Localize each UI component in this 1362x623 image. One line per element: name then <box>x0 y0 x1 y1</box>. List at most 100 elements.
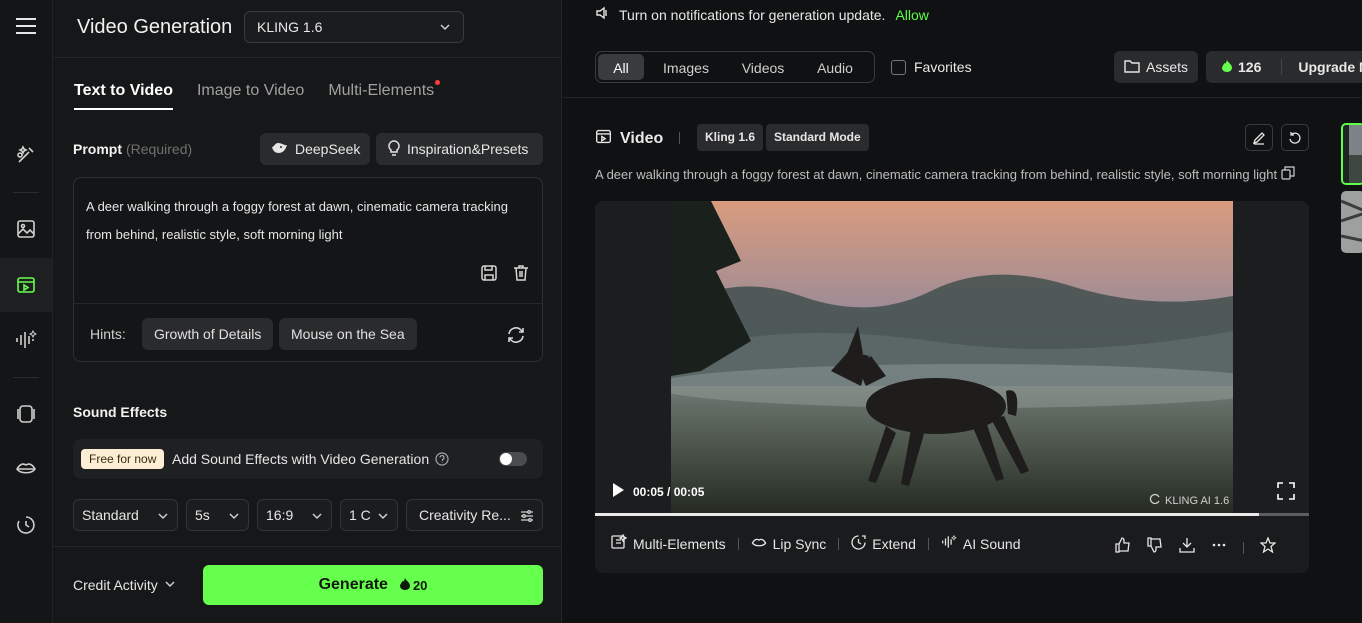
mode-select[interactable]: Standard <box>73 499 178 531</box>
inspiration-presets-button[interactable]: Inspiration&Presets <box>376 133 543 165</box>
save-icon[interactable] <box>480 264 498 287</box>
hint-chip[interactable]: Growth of Details <box>142 318 274 350</box>
generation-panel: Video Generation KLING 1.6 Text to Video… <box>53 0 562 623</box>
video-icon[interactable] <box>0 258 52 312</box>
page-title: Video Generation <box>77 16 233 38</box>
chevron-down-icon <box>311 509 323 525</box>
deepseek-label: DeepSeek <box>295 141 361 157</box>
thumbs-up-icon[interactable] <box>1115 537 1131 558</box>
image-icon[interactable] <box>0 209 52 249</box>
lips-icon <box>751 536 767 552</box>
new-dot-badge <box>435 80 441 85</box>
credit-flame-icon <box>1222 59 1232 75</box>
creativity-select[interactable]: Creativity Re... <box>406 499 543 531</box>
star-icon[interactable] <box>1259 536 1277 558</box>
mode-tabs: Text to Video Image to Video Multi-Eleme… <box>74 80 441 110</box>
icon-rail <box>0 0 53 623</box>
allow-notifications-link[interactable]: Allow <box>895 7 928 23</box>
prompt-header: Prompt (Required) DeepSeek Inspiration&Pr… <box>73 133 543 165</box>
sound-effects-toggle[interactable] <box>499 452 527 466</box>
audio-icon[interactable] <box>0 320 52 360</box>
player-controls: 00:05 / 00:05 <box>611 482 704 501</box>
lip-sync-action[interactable]: Lip Sync <box>751 536 826 552</box>
hint-chip[interactable]: Mouse on the Sea <box>279 318 417 350</box>
free-badge: Free for now <box>81 449 165 469</box>
hints-label: Hints: <box>90 326 126 342</box>
speaker-icon <box>595 6 609 23</box>
prompt-textarea[interactable]: A deer walking through a foggy forest at… <box>73 177 543 362</box>
refresh-hints-icon[interactable] <box>506 325 526 350</box>
credit-activity-button[interactable]: Credit Activity <box>73 577 176 593</box>
help-icon[interactable] <box>435 452 449 469</box>
mode-tag: Standard Mode <box>766 124 869 151</box>
duration-select[interactable]: 5s <box>186 499 249 531</box>
filter-bar: All Images Videos Audio Favorites Assets… <box>563 40 1362 98</box>
tab-text-to-video[interactable]: Text to Video <box>74 82 173 110</box>
download-icon[interactable] <box>1179 537 1195 558</box>
play-icon[interactable] <box>611 482 625 501</box>
video-player[interactable]: 00:05 / 00:05 KLING AI 1.6 <box>595 201 1309 513</box>
count-select[interactable]: 1 C <box>340 499 398 531</box>
history-icon[interactable] <box>0 505 52 545</box>
trash-icon[interactable] <box>512 264 530 287</box>
chevron-down-icon <box>164 577 176 593</box>
filter-videos[interactable]: Videos <box>728 54 798 80</box>
multi-elements-action[interactable]: Multi-Elements <box>611 533 726 553</box>
ratio-select[interactable]: 16:9 <box>257 499 332 531</box>
sound-effects-row: Free for now Add Sound Effects with Vide… <box>73 439 543 479</box>
model-select[interactable]: KLING 1.6 <box>244 11 464 43</box>
video-progress-bar[interactable] <box>595 513 1309 516</box>
regenerate-icon[interactable] <box>1281 124 1309 151</box>
fullscreen-icon[interactable] <box>1277 482 1295 505</box>
feedback-actions <box>1115 536 1277 558</box>
chevron-down-icon <box>157 509 169 525</box>
video-card: 00:05 / 00:05 KLING AI 1.6 Multi-Element… <box>595 201 1309 573</box>
sliders-icon <box>520 509 534 526</box>
ai-sound-action[interactable]: AI Sound <box>941 534 1021 552</box>
deepseek-button[interactable]: DeepSeek <box>260 133 370 165</box>
credit-flame-icon <box>399 577 410 593</box>
tab-image-to-video[interactable]: Image to Video <box>197 82 304 110</box>
more-icon[interactable] <box>1211 537 1227 558</box>
history-thumbnail[interactable] <box>1341 191 1362 253</box>
tab-multi-elements[interactable]: Multi-Elements <box>328 80 441 110</box>
tab-multi-elements-label: Multi-Elements <box>328 82 435 99</box>
filter-all[interactable]: All <box>598 54 644 80</box>
edit-icon[interactable] <box>1245 124 1273 151</box>
chevron-down-icon <box>439 20 451 36</box>
lips-icon[interactable] <box>0 449 52 489</box>
history-thumbnail[interactable] <box>1341 123 1362 185</box>
folder-icon <box>1124 59 1140 76</box>
chevron-down-icon <box>377 509 389 525</box>
history-thumbnails <box>1341 123 1362 259</box>
assets-rail-icon[interactable] <box>0 394 52 434</box>
results-area: Turn on notifications for generation upd… <box>563 0 1362 623</box>
filter-audio[interactable]: Audio <box>802 54 868 80</box>
video-frame-deer-image <box>671 201 1233 513</box>
video-time: 00:05 / 00:05 <box>633 484 705 499</box>
kling-logo-icon <box>1149 493 1161 508</box>
notification-bar: Turn on notifications for generation upd… <box>595 6 929 23</box>
video-actions: Multi-Elements Lip Sync Extend AI Sound <box>611 533 1021 553</box>
extend-action[interactable]: Extend <box>851 534 916 553</box>
copy-icon[interactable] <box>1281 166 1295 183</box>
ai-tools-icon[interactable] <box>0 135 52 175</box>
thumbs-down-icon[interactable] <box>1147 537 1163 558</box>
sound-effects-text: Add Sound Effects with Video Generation <box>172 451 449 469</box>
favorites-checkbox[interactable] <box>891 59 906 75</box>
panel-header: Video Generation KLING 1.6 <box>53 0 562 58</box>
inspiration-label: Inspiration&Presets <box>407 141 529 157</box>
credits-upgrade-button[interactable]: 126 Upgrade N <box>1206 51 1362 83</box>
filter-images[interactable]: Images <box>648 54 724 80</box>
video-prompt: A deer walking through a foggy forest at… <box>595 166 1295 183</box>
prompt-text[interactable]: A deer walking through a foggy forest at… <box>86 193 526 249</box>
generate-button[interactable]: Generate 20 <box>203 565 543 605</box>
video-title: Video <box>595 128 663 150</box>
video-icon <box>595 128 612 150</box>
menu-icon[interactable] <box>0 6 52 46</box>
prompt-actions <box>480 264 530 287</box>
prompt-label: Prompt (Required) <box>73 141 193 157</box>
favorites-filter[interactable]: Favorites <box>891 59 972 75</box>
notification-text: Turn on notifications for generation upd… <box>619 6 886 23</box>
assets-button[interactable]: Assets <box>1114 51 1198 83</box>
